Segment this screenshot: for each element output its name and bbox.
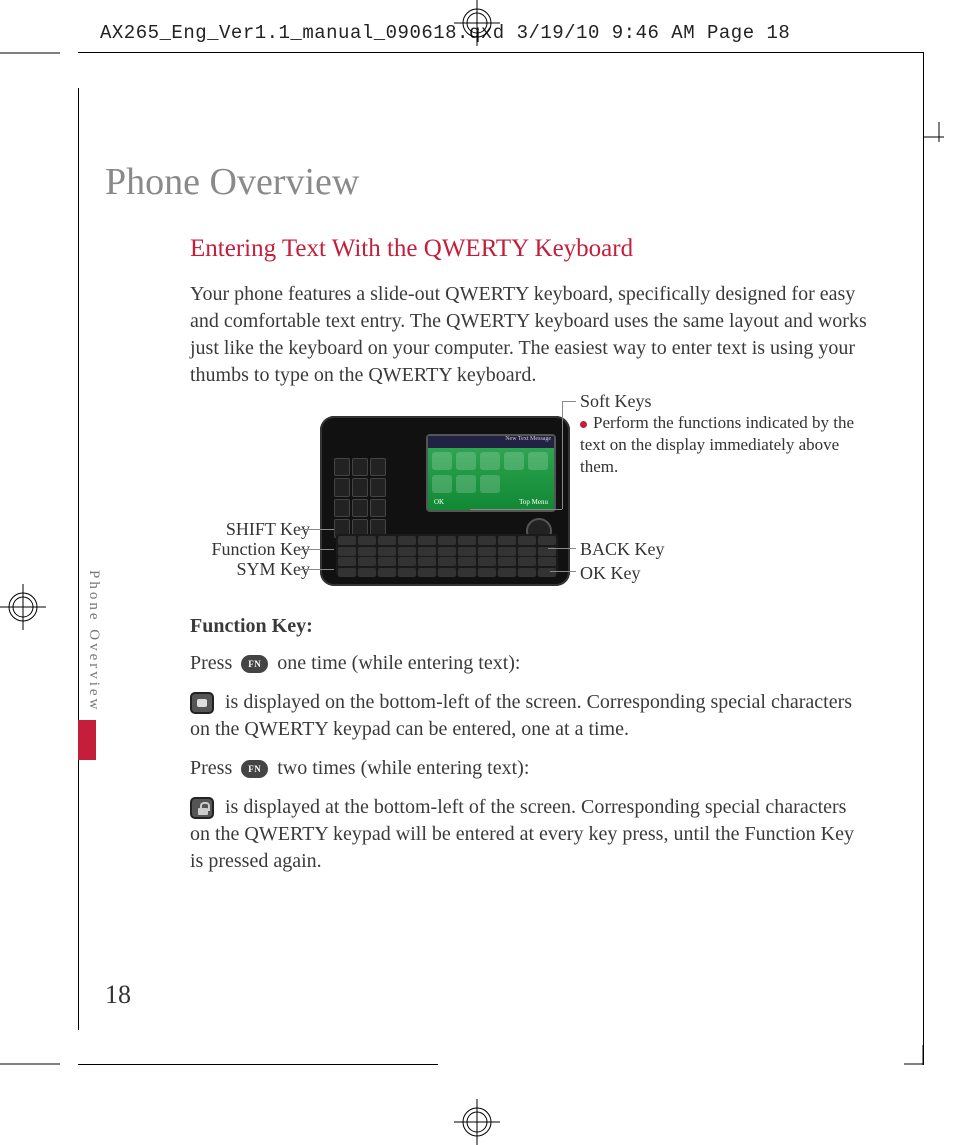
lead-line — [298, 549, 334, 550]
registration-mark-left-icon — [0, 584, 46, 630]
lead-line — [562, 401, 576, 402]
page-number: 18 — [105, 980, 131, 1010]
fn-indicator-lock-icon — [190, 797, 214, 819]
fn-key-icon: FN — [241, 655, 268, 673]
screen-title-bar: New Text Message — [428, 436, 554, 448]
sidebar-section-label: Phone Overview — [85, 570, 102, 712]
press-once-desc: is displayed on the bottom-left of the s… — [190, 689, 870, 743]
bullet-icon — [580, 421, 587, 428]
lead-line — [562, 401, 563, 509]
lead-line — [550, 571, 576, 572]
callout-ok-key: OK Key — [580, 563, 641, 584]
registration-mark-top-icon — [454, 0, 500, 46]
crop-header-text: AX265_Eng_Ver1.1_manual_090618.qxd 3/19/… — [100, 22, 790, 44]
sidebar-tab — [78, 720, 96, 760]
callout-soft-keys: Soft Keys Perform the functions indicate… — [580, 391, 870, 478]
crop-mark-tl-icon — [0, 52, 80, 82]
lead-line — [298, 529, 334, 530]
soft-key-left-label: OK — [434, 498, 444, 510]
phone-body-icon: alltel New Text Message OK Top Menu — [320, 416, 570, 586]
fn-key-icon: FN — [241, 760, 268, 778]
press-twice-line: Press FN two times (while entering text)… — [190, 755, 870, 782]
press-twice-desc: is displayed at the bottom-left of the s… — [190, 794, 870, 875]
lead-line — [470, 509, 562, 510]
qwerty-keyboard-icon — [336, 534, 558, 576]
subheading: Entering Text With the QWERTY Keyboard — [190, 235, 870, 263]
registration-mark-bottom-icon — [454, 1099, 500, 1145]
callout-function-key: Function Key — [212, 539, 311, 560]
content-column: Entering Text With the QWERTY Keyboard Y… — [190, 235, 870, 887]
press-once-line: Press FN one time (while entering text): — [190, 650, 870, 677]
inner-margin-rule — [78, 88, 79, 1030]
page-frame-bottom — [78, 1064, 438, 1065]
callout-back-key: BACK Key — [580, 539, 665, 560]
keypad-icon — [334, 458, 438, 538]
function-key-heading: Function Key: — [190, 615, 870, 638]
callout-soft-keys-title: Soft Keys — [580, 391, 870, 412]
lead-line — [548, 548, 576, 549]
fn-indicator-light-icon — [190, 692, 214, 714]
callout-soft-keys-note: Perform the functions indicated by the t… — [580, 413, 854, 476]
phone-diagram: alltel New Text Message OK Top Menu — [190, 401, 870, 601]
lead-line — [298, 569, 334, 570]
phone-screen-icon: New Text Message OK Top Menu — [426, 434, 556, 512]
crop-mark-right-icon — [924, 122, 954, 152]
crop-mark-bl-icon — [0, 1063, 80, 1065]
intro-paragraph: Your phone features a slide-out QWERTY k… — [190, 281, 870, 389]
section-title: Phone Overview — [105, 160, 359, 204]
